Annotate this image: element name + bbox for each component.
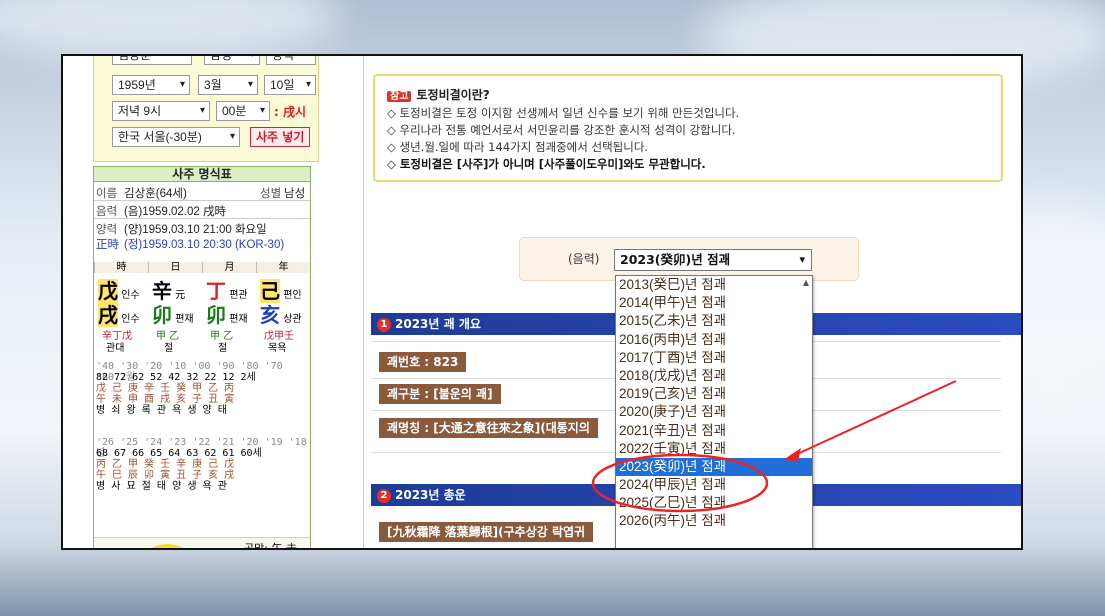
year-dropdown-list[interactable]: ▲ 2013(癸巳)년 점괘 2014(甲午)년 점괘 2015(乙未)년 점괘 20… xyxy=(615,275,813,548)
notice-title: 토정비결이란? xyxy=(416,88,490,102)
pillar-branch: 戌 인수 xyxy=(98,303,140,327)
growth-stage: 절 xyxy=(218,343,228,354)
year-option[interactable]: 2020(庚子)년 점괘 xyxy=(616,403,812,421)
gwae-name: 괘명칭 : [大通之意往來之象](대통지의 xyxy=(379,418,598,438)
year-option[interactable]: 2014(甲午)년 점괘 xyxy=(616,294,812,312)
notice-box: 참고 토정비결이란? ◇ 토정비결은 토정 이지함 선생께서 일년 신수를 보기… xyxy=(373,74,1003,182)
minute-select[interactable]: 00분 ▾ xyxy=(216,101,270,121)
calendar-select[interactable]: 양력 xyxy=(266,56,316,65)
luck-stems: 丙 乙 甲 癸 壬 辛 庚 己 戊 xyxy=(96,459,235,470)
lunar-row: 음력 (음)1959.02.02 戌時 xyxy=(94,202,310,219)
submit-saju-button[interactable]: 사주 넣기 xyxy=(250,127,311,147)
chevron-down-icon: ▾ xyxy=(179,79,185,90)
name-row: 이름 김상훈(64세) 성별 남성 xyxy=(94,183,310,201)
luck-ages: 82 72 62 52 42 32 22 12 2세 xyxy=(96,372,256,383)
luck-stages: 병 쇠 왕 록 관 욕 생 양 태 xyxy=(96,405,227,416)
main-content: 참고 토정비결이란? ◇ 토정비결은 토정 이지함 선생께서 일년 신수를 보기… xyxy=(371,56,1021,548)
yellow-badge xyxy=(144,544,190,548)
chevron-down-icon: ▾ xyxy=(199,105,205,116)
gwae-number: 괘번호 : 823 xyxy=(379,352,467,372)
notice-tag: 참고 xyxy=(387,91,412,102)
pillar-branch: 亥 상관 xyxy=(260,303,302,327)
gender-select[interactable]: 남성 ▾ xyxy=(204,54,260,65)
chevron-down-icon: ▾ xyxy=(249,54,255,60)
growth-stage: 절 xyxy=(164,343,174,354)
year-option[interactable]: 2018(戊戌)년 점괘 xyxy=(616,367,812,385)
notice-line: ◇ 생년.월.일에 따라 144가지 점괘중에서 선택됩니다. xyxy=(387,140,649,154)
chart-title: 사주 명식표 xyxy=(94,167,310,182)
siju-label: : 戌시 xyxy=(274,105,307,119)
scroll-up-icon[interactable]: ▲ xyxy=(803,278,809,287)
year-option[interactable]: 2017(丁酉)년 점괘 xyxy=(616,349,812,367)
chevron-down-icon: ▾ xyxy=(229,131,235,142)
year-select[interactable]: 1959년 ▾ xyxy=(112,75,190,95)
year-option[interactable]: 2025(乙巳)년 점괘 xyxy=(616,494,812,512)
year-option[interactable]: 2015(乙未)년 점괘 xyxy=(616,312,812,330)
growth-stage: 목욕 xyxy=(268,343,287,354)
luck-branches: 午 未 申 酉 戌 亥 子 丑 寅 xyxy=(96,394,235,405)
chevron-down-icon: ▾ xyxy=(259,105,265,116)
saju-chart: 사주 명식표 이름 김상훈(64세) 성별 남성 음력 (음)1959.02.0… xyxy=(93,166,311,548)
year-option[interactable]: 2026(丙午)년 점괘 xyxy=(616,512,812,530)
day-select[interactable]: 10일 ▾ xyxy=(264,75,316,95)
chevron-down-icon: ▾ xyxy=(305,79,311,90)
pillar-header: 時 日 月 年 xyxy=(94,262,310,273)
gongmang-row: 공망: 午,未 xyxy=(94,537,310,548)
chevron-down-icon: ▾ xyxy=(799,253,805,266)
gwae-type: 괘구분 : [불운의 괘] xyxy=(379,384,501,404)
luck-ages: 68 67 66 65 64 63 62 61 60세 xyxy=(96,448,262,459)
lunar-label: (음력) xyxy=(568,252,600,266)
year-option[interactable]: 2019(己亥)년 점괘 xyxy=(616,385,812,403)
pillar-branch: 卯 편재 xyxy=(206,303,248,327)
birth-input-form: 김상훈 남성 ▾ 양력 1959년 ▾ 3월 ▾ 10일 ▾ 저녁 9시 ▾ 00분 ▾ :… xyxy=(93,54,319,162)
year-option[interactable]: 2023(癸卯)년 점괘 xyxy=(616,457,812,477)
column-divider xyxy=(363,56,364,548)
chevron-down-icon: ▾ xyxy=(247,79,253,90)
cloud xyxy=(0,0,340,60)
left-panel: 김상훈 남성 ▾ 양력 1959년 ▾ 3월 ▾ 10일 ▾ 저녁 9시 ▾ 00분 ▾ :… xyxy=(93,54,319,548)
month-select[interactable]: 3월 ▾ xyxy=(198,75,258,95)
total-fortune-headline: [九秋霜降 落葉歸根](구추상강 락엽귀 xyxy=(379,522,594,542)
luck-stems: 戊 己 庚 辛 壬 癸 甲 乙 丙 xyxy=(96,383,235,394)
pillar-branch: 卯 편재 xyxy=(152,303,194,327)
luck-branches: 午 巳 辰 卯 寅 丑 子 亥 戌 xyxy=(96,470,235,481)
year-option[interactable]: 2016(丙申)년 점괘 xyxy=(616,331,812,349)
luck-stages: 병 사 묘 절 태 양 생 욕 관 xyxy=(96,481,227,492)
notice-line: ◇ 우리나라 전통 예언서로서 서민윤리를 강조한 훈시적 성격이 강합니다. xyxy=(387,123,736,137)
notice-line: ◇ 토정비결은 토정 이지함 선생께서 일년 신수를 보기 위해 만든것입니다. xyxy=(387,106,740,120)
year-option[interactable]: 2024(甲辰)년 점괘 xyxy=(616,476,812,494)
year-option[interactable]: 2022(壬寅)년 점괘 xyxy=(616,440,812,458)
solar-row: 양력 (양)1959.03.10 21:00 화요일 xyxy=(96,224,267,236)
year-option[interactable]: 2013(癸巳)년 점괘 xyxy=(616,276,812,294)
fortune-year-select[interactable]: 2023(癸卯)년 점괘 ▾ xyxy=(614,249,812,271)
notice-line: ◇ 토정비결은 [사주]가 아니며 [사주풀이도우미]와도 무관합니다. xyxy=(387,157,706,171)
browser-viewport: 김상훈 남성 ▾ 양력 1959년 ▾ 3월 ▾ 10일 ▾ 저녁 9시 ▾ 00분 ▾ :… xyxy=(61,54,1023,550)
true-time-row: 正時 (정)1959.03.10 20:30 (KOR-30) xyxy=(96,239,285,251)
name-field[interactable]: 김상훈 xyxy=(112,56,192,65)
year-option[interactable]: 2021(辛丑)년 점괘 xyxy=(616,422,812,440)
growth-stage: 관대 xyxy=(106,343,125,354)
hour-select[interactable]: 저녁 9시 ▾ xyxy=(112,101,210,121)
location-select[interactable]: 한국 서울(-30분) ▾ xyxy=(112,127,240,147)
